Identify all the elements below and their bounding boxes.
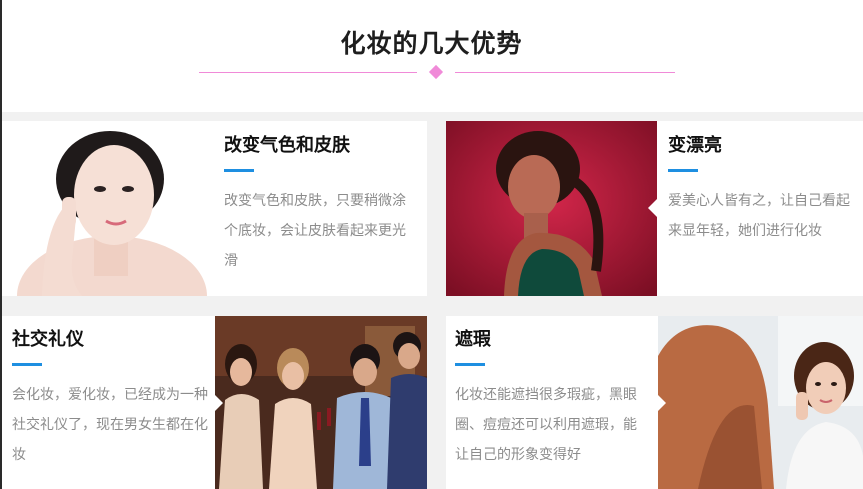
card-description: 会化妆，爱化妆，已经成为一种社交礼仪了，现在男女生都在化妆 [12,387,208,463]
card-text: 遮瑕 化妆还能遮挡很多瑕疵，黑眼圈、痘痘还可以利用遮瑕，能让自己的形象变得好 [455,316,650,470]
card-text: 变漂亮 爱美心人皆有之，让自己看起来显年轻，她们进行化妆 [668,121,858,246]
woman-mirror-makeup-image [658,316,863,489]
card-text: 改变气色和皮肤 改变气色和皮肤，只要稍微涂个底妆，会让皮肤看起来更光滑 [224,121,419,276]
party-group-toast-image [215,316,427,489]
title-underline-bar [12,363,42,366]
card-description: 爱美心人皆有之，让自己看起来显年轻，她们进行化妆 [668,193,850,239]
woman-skin-portrait-image [2,121,214,296]
card-title: 变漂亮 [668,135,722,156]
advantage-card-complexion[interactable]: 改变气色和皮肤 改变气色和皮肤，只要稍微涂个底妆，会让皮肤看起来更光滑 [2,121,427,296]
advantage-card-social-etiquette[interactable]: 社交礼仪 会化妆，爱化妆，已经成为一种社交礼仪了，现在男女生都在化妆 [2,316,427,489]
card-text: 社交礼仪 会化妆，爱化妆，已经成为一种社交礼仪了，现在男女生都在化妆 [12,316,212,470]
card-pointer [648,199,657,217]
card-description: 改变气色和皮肤，只要稍微涂个底妆，会让皮肤看起来更光滑 [224,193,406,269]
title-rule-right [455,72,675,73]
page: 化妆的几大优势 改变气色和皮肤 改变气色和皮肤，只要稍微涂个底妆，会让皮肤看起来… [0,0,863,489]
section-title: 化妆的几大优势 [340,29,523,58]
advantage-card-beautiful[interactable]: 变漂亮 爱美心人皆有之，让自己看起来显年轻，她们进行化妆 [446,121,863,296]
card-description: 化妆还能遮挡很多瑕疵，黑眼圈、痘痘还可以利用遮瑕，能让自己的形象变得好 [455,387,637,463]
advantage-card-concealer[interactable]: 遮瑕 化妆还能遮挡很多瑕疵，黑眼圈、痘痘还可以利用遮瑕，能让自己的形象变得好 [446,316,863,489]
title-underline-bar [224,169,254,172]
title-rule-left [199,72,417,73]
card-title: 社交礼仪 [12,329,84,350]
woman-red-background-image [446,121,657,296]
card-title: 遮瑕 [455,329,491,350]
card-pointer [215,394,223,412]
title-underline-bar [668,169,698,172]
card-title: 改变气色和皮肤 [224,135,350,156]
card-pointer [658,394,666,412]
title-underline-bar [455,363,485,366]
